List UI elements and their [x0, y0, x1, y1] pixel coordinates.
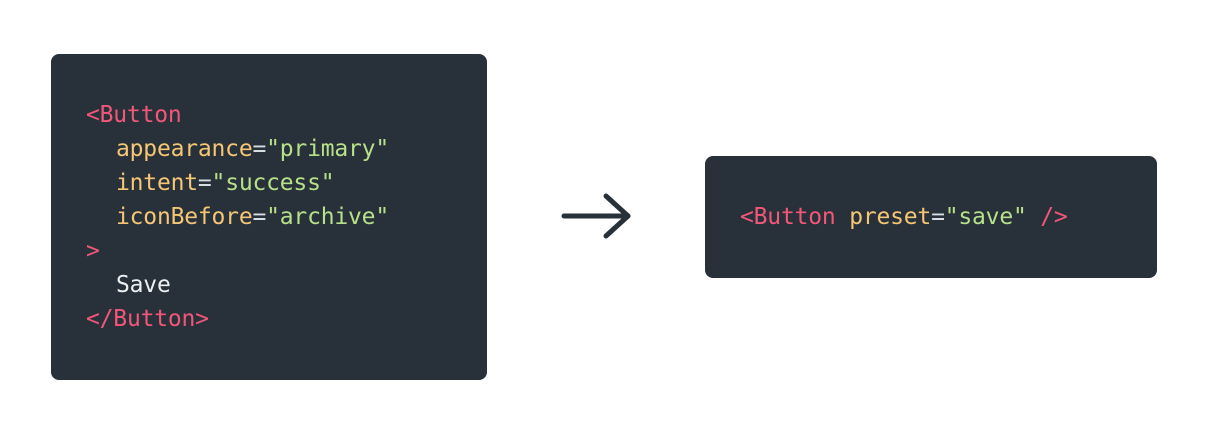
before-code-panel: <Button appearance="primary" intent="suc…: [51, 54, 487, 380]
attr-name-token: preset: [849, 204, 932, 230]
code-line-open-tag: <Button: [86, 98, 487, 132]
attr-name-token: intent: [116, 170, 198, 196]
tag-token: <Button: [86, 102, 182, 128]
code-line-appearance-prop: appearance="primary": [86, 132, 487, 166]
tag-token: <Button: [740, 204, 836, 230]
string-value-token: "save": [944, 204, 1027, 230]
string-value-token: "archive": [266, 204, 389, 230]
code-line-close-tag: </Button>: [86, 302, 487, 336]
attr-name-token: iconBefore: [116, 204, 253, 230]
after-code-panel: <Button preset="save" />: [705, 156, 1157, 278]
code-line-preset-button: <Button preset="save" />: [740, 200, 1157, 234]
code-line-tag-close-bracket: >: [86, 234, 487, 268]
code-line-iconbefore-prop: iconBefore="archive": [86, 200, 487, 234]
code-line-children-text: Save: [86, 268, 487, 302]
equals-token: =: [252, 204, 267, 230]
equals-token: =: [252, 136, 267, 162]
arrow-right-icon: [561, 193, 631, 239]
self-closing-token: />: [1040, 204, 1068, 230]
string-value-token: "primary": [266, 136, 389, 162]
code-line-intent-prop: intent="success": [86, 166, 487, 200]
children-text-token: Save: [116, 272, 171, 298]
string-value-token: "success": [211, 170, 335, 196]
equals-token: =: [197, 170, 212, 196]
tag-token: >: [86, 238, 100, 264]
tag-token: </Button>: [86, 306, 209, 332]
attr-name-token: appearance: [116, 136, 253, 162]
equals-token: =: [931, 204, 945, 230]
